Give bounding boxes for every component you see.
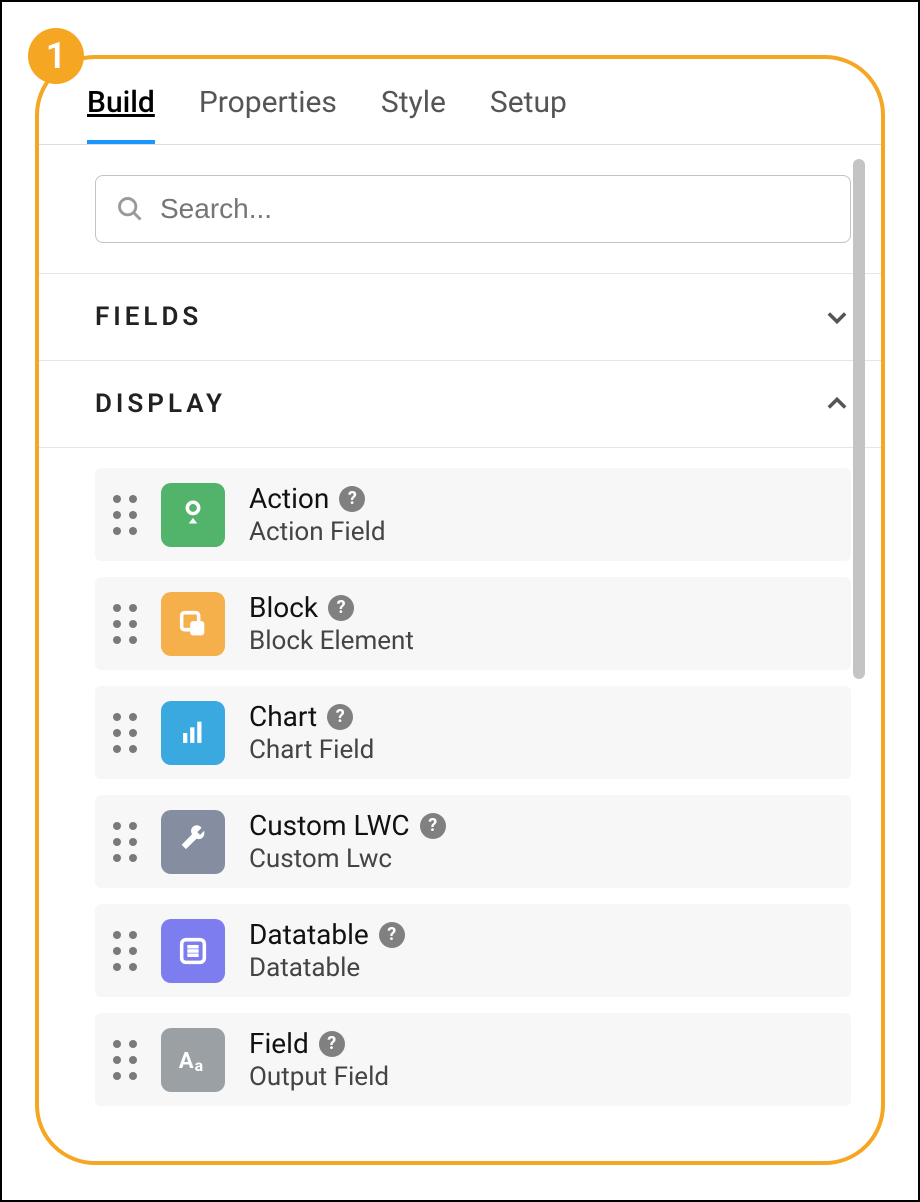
item-action[interactable]: Action ? Action Field	[95, 468, 851, 561]
drag-handle-icon[interactable]	[113, 495, 137, 535]
search-icon	[116, 195, 144, 223]
item-title: Field	[249, 1027, 309, 1060]
tabs: Build Properties Style Setup	[39, 59, 881, 145]
display-items: Action ? Action Field Block ? Block Elem…	[39, 447, 881, 1106]
tab-setup[interactable]: Setup	[490, 85, 567, 144]
section-title-display: DISPLAY	[95, 389, 226, 419]
search-input[interactable]	[160, 193, 830, 225]
item-text: Action ? Action Field	[249, 482, 386, 547]
section-header-fields[interactable]: FIELDS	[39, 273, 881, 360]
build-panel: Build Properties Style Setup FIELDS DISP…	[35, 55, 885, 1165]
scrollbar[interactable]	[853, 159, 865, 679]
svg-text:A: A	[179, 1047, 194, 1073]
svg-text:a: a	[195, 1056, 203, 1075]
item-field[interactable]: Aa Field ? Output Field	[95, 1013, 851, 1106]
item-subtitle: Block Element	[249, 626, 414, 656]
help-icon[interactable]: ?	[319, 1031, 345, 1057]
item-text: Datatable ? Datatable	[249, 918, 405, 983]
help-icon[interactable]: ?	[379, 922, 405, 948]
item-chart[interactable]: Chart ? Chart Field	[95, 686, 851, 779]
chart-icon	[161, 701, 225, 765]
drag-handle-icon[interactable]	[113, 1040, 137, 1080]
item-subtitle: Chart Field	[249, 735, 374, 765]
tab-build[interactable]: Build	[87, 85, 155, 144]
item-subtitle: Action Field	[249, 517, 386, 547]
item-title: Block	[249, 591, 318, 624]
drag-handle-icon[interactable]	[113, 822, 137, 862]
tab-properties[interactable]: Properties	[199, 85, 337, 144]
callout-number: 1	[46, 35, 67, 77]
text-icon: Aa	[161, 1028, 225, 1092]
help-icon[interactable]: ?	[420, 813, 446, 839]
item-subtitle: Datatable	[249, 953, 405, 983]
callout-badge: 1	[28, 28, 84, 84]
section-title-fields: FIELDS	[95, 302, 202, 332]
section-header-display[interactable]: DISPLAY	[39, 360, 881, 447]
item-text: Field ? Output Field	[249, 1027, 389, 1092]
help-icon[interactable]: ?	[328, 595, 354, 621]
item-text: Block ? Block Element	[249, 591, 414, 656]
chevron-down-icon	[823, 303, 851, 331]
item-subtitle: Output Field	[249, 1062, 389, 1092]
item-title: Chart	[249, 700, 317, 733]
item-subtitle: Custom Lwc	[249, 844, 446, 874]
drag-handle-icon[interactable]	[113, 604, 137, 644]
tab-style[interactable]: Style	[381, 85, 446, 144]
item-block[interactable]: Block ? Block Element	[95, 577, 851, 670]
search-wrap	[39, 145, 881, 273]
item-title: Datatable	[249, 918, 369, 951]
chevron-up-icon	[823, 390, 851, 418]
drag-handle-icon[interactable]	[113, 931, 137, 971]
item-text: Custom LWC ? Custom Lwc	[249, 809, 446, 874]
search-box[interactable]	[95, 175, 851, 243]
wrench-icon	[161, 810, 225, 874]
item-custom-lwc[interactable]: Custom LWC ? Custom Lwc	[95, 795, 851, 888]
item-text: Chart ? Chart Field	[249, 700, 374, 765]
help-icon[interactable]: ?	[327, 704, 353, 730]
item-title: Custom LWC	[249, 809, 410, 842]
list-icon	[161, 919, 225, 983]
action-icon	[161, 483, 225, 547]
block-icon	[161, 592, 225, 656]
item-title: Action	[249, 482, 329, 515]
drag-handle-icon[interactable]	[113, 713, 137, 753]
help-icon[interactable]: ?	[339, 486, 365, 512]
item-datatable[interactable]: Datatable ? Datatable	[95, 904, 851, 997]
